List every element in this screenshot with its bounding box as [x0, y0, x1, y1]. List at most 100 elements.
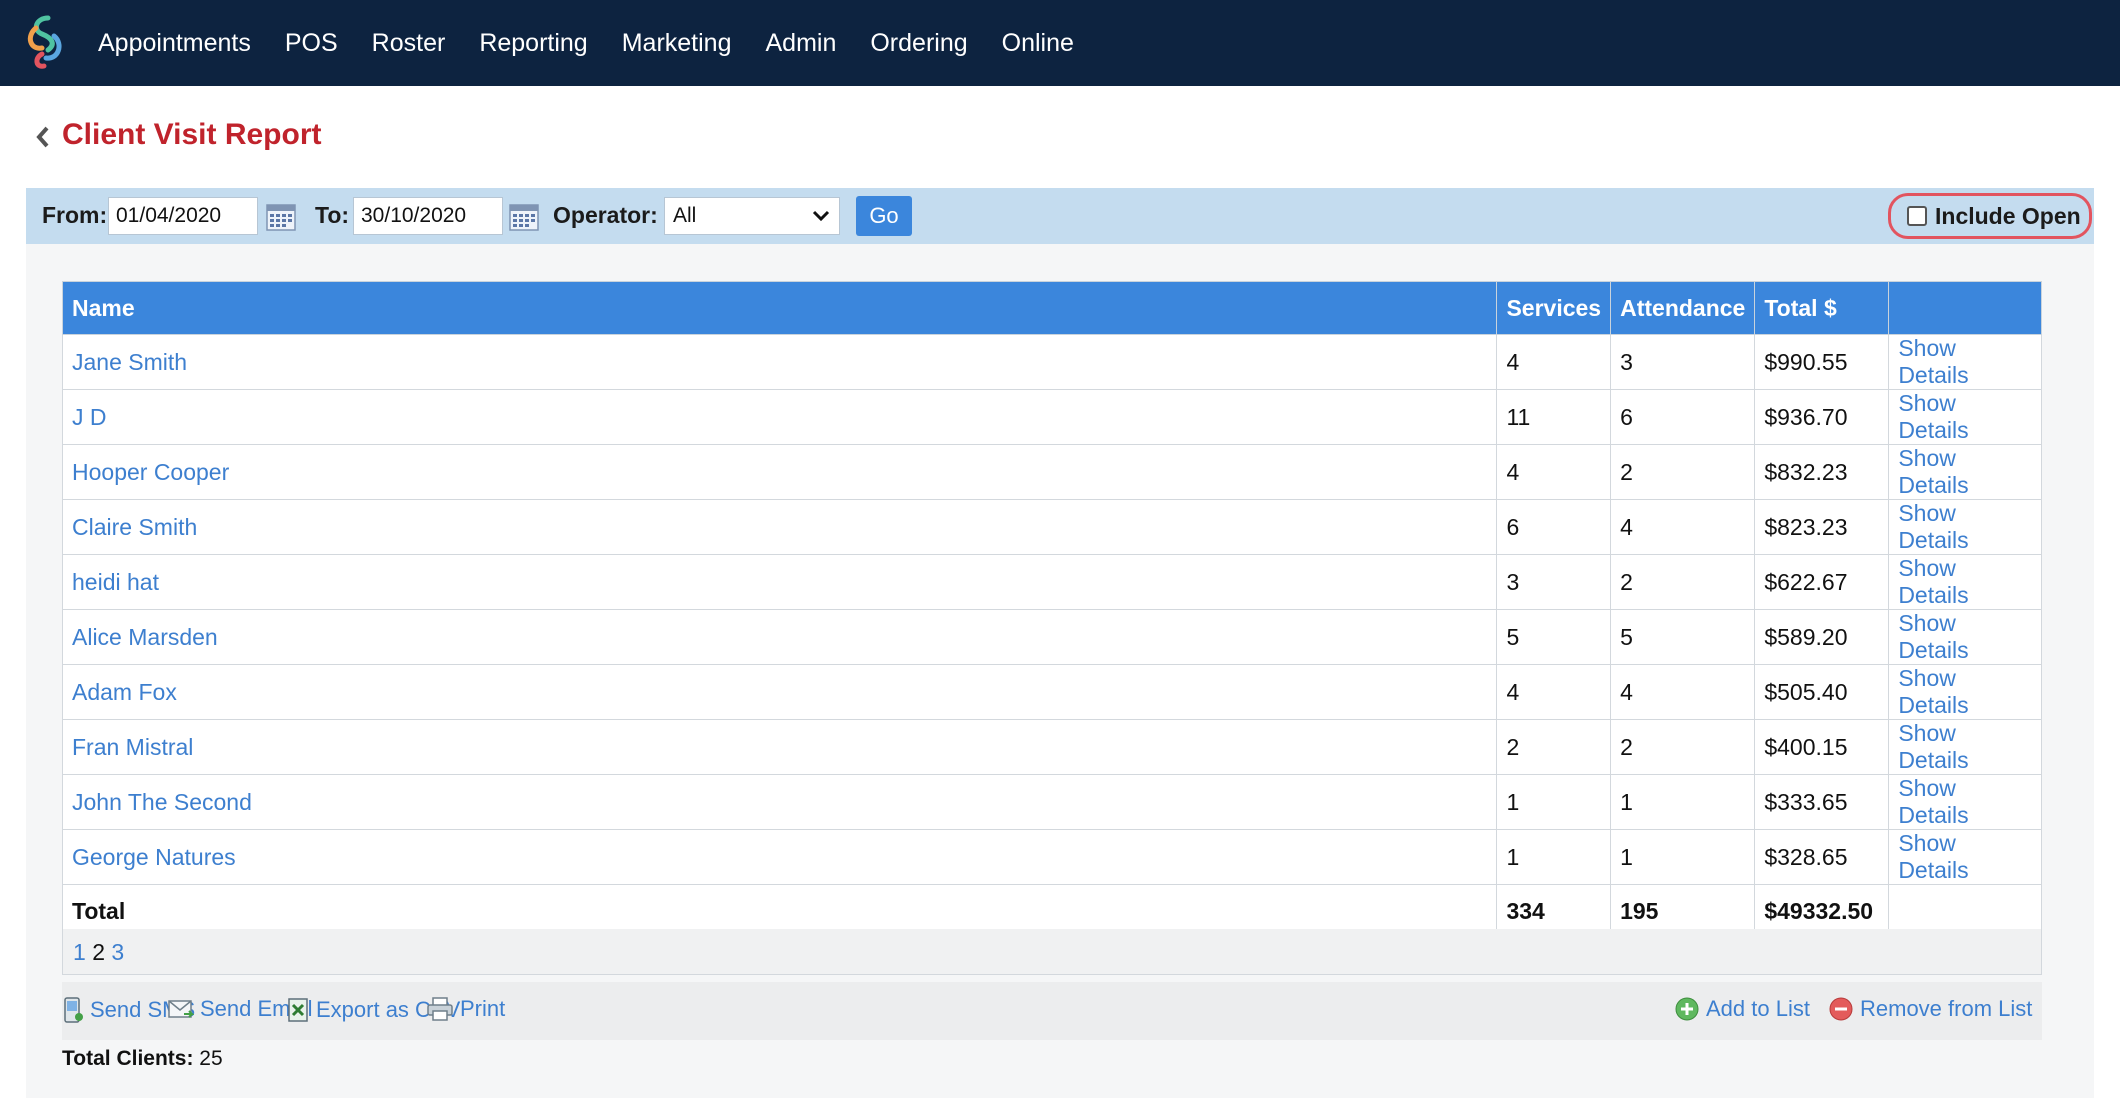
total-cell: $333.65	[1754, 774, 1890, 830]
services-cell: 5	[1496, 609, 1612, 665]
add-to-list-label: Add to List	[1706, 996, 1810, 1021]
show-details-link[interactable]: Show Details	[1888, 389, 2042, 445]
include-open-checkbox[interactable]	[1907, 206, 1927, 226]
attendance-cell: 2	[1610, 444, 1756, 500]
nav-marketing[interactable]: Marketing	[622, 29, 732, 58]
show-details-link[interactable]: Show Details	[1888, 499, 2042, 555]
table-row: George Natures 1 1 $328.65 Show Details	[61, 829, 2042, 885]
show-details-link[interactable]: Show Details	[1888, 774, 2042, 830]
calendar-icon[interactable]	[266, 201, 296, 231]
envelope-icon	[168, 1000, 194, 1018]
attendance-cell: 5	[1610, 609, 1756, 665]
client-name-link[interactable]: Fran Mistral	[61, 719, 1498, 775]
sms-phone-icon	[64, 997, 83, 1023]
header-total[interactable]: Total $	[1754, 281, 1890, 335]
action-bar: Send SMS Send Email Export as CSV Print …	[62, 982, 2042, 1040]
total-clients-value: 25	[199, 1047, 223, 1070]
client-name-link[interactable]: Alice Marsden	[61, 609, 1498, 665]
include-open-toggle[interactable]: Include Open	[1888, 193, 2092, 239]
client-name-link[interactable]: George Natures	[61, 829, 1498, 885]
table-header-row: Name Services Attendance Total $	[61, 281, 2042, 335]
services-cell: 1	[1496, 829, 1612, 885]
page-link-1[interactable]: 1	[73, 939, 86, 965]
print-label: Print	[460, 996, 506, 1021]
show-details-link[interactable]: Show Details	[1888, 664, 2042, 720]
printer-icon	[427, 997, 453, 1021]
operator-label: Operator:	[553, 202, 658, 228]
attendance-cell: 6	[1610, 389, 1756, 445]
remove-circle-icon	[1829, 997, 1853, 1021]
services-cell: 4	[1496, 664, 1612, 720]
page-link-3[interactable]: 3	[111, 939, 124, 965]
show-details-link[interactable]: Show Details	[1888, 609, 2042, 665]
table-row: Adam Fox 4 4 $505.40 Show Details	[61, 664, 2042, 720]
table-row: J D 11 6 $936.70 Show Details	[61, 389, 2042, 445]
total-clients-label: Total Clients:	[62, 1047, 194, 1070]
table-row: heidi hat 3 2 $622.67 Show Details	[61, 554, 2042, 610]
client-name-link[interactable]: John The Second	[61, 774, 1498, 830]
table-row: Fran Mistral 2 2 $400.15 Show Details	[61, 719, 2042, 775]
include-open-label: Include Open	[1935, 202, 2081, 229]
nav-online[interactable]: Online	[1002, 29, 1074, 58]
client-name-link[interactable]: heidi hat	[61, 554, 1498, 610]
services-cell: 1	[1496, 774, 1612, 830]
add-to-list-button[interactable]: Add to List	[1674, 996, 1810, 1022]
spreadsheet-icon	[288, 998, 308, 1022]
attendance-cell: 1	[1610, 774, 1756, 830]
total-cell: $589.20	[1754, 609, 1890, 665]
attendance-cell: 1	[1610, 829, 1756, 885]
app-logo-icon[interactable]	[22, 14, 68, 70]
client-name-link[interactable]: Adam Fox	[61, 664, 1498, 720]
report-table: Name Services Attendance Total $ Jane Sm…	[61, 281, 2042, 939]
page-title: Client Visit Report	[62, 118, 322, 151]
show-details-link[interactable]: Show Details	[1888, 719, 2042, 775]
to-date-input[interactable]: 30/10/2020	[353, 197, 503, 235]
client-name-link[interactable]: Jane Smith	[61, 334, 1498, 390]
client-name-link[interactable]: J D	[61, 389, 1498, 445]
header-name[interactable]: Name	[61, 281, 1498, 335]
back-chevron-icon[interactable]	[34, 124, 52, 150]
attendance-cell: 4	[1610, 499, 1756, 555]
total-cell: $328.65	[1754, 829, 1890, 885]
calendar-icon[interactable]	[509, 201, 539, 231]
nav-menu: Appointments POS Roster Reporting Market…	[98, 0, 1108, 86]
attendance-cell: 4	[1610, 664, 1756, 720]
top-nav: Appointments POS Roster Reporting Market…	[0, 0, 2120, 86]
total-cell: $505.40	[1754, 664, 1890, 720]
services-cell: 6	[1496, 499, 1612, 555]
show-details-link[interactable]: Show Details	[1888, 444, 2042, 500]
attendance-cell: 2	[1610, 719, 1756, 775]
total-cell: $832.23	[1754, 444, 1890, 500]
from-label: From:	[42, 202, 108, 228]
nav-ordering[interactable]: Ordering	[870, 29, 967, 58]
add-circle-icon	[1675, 997, 1699, 1021]
from-date-input[interactable]: 01/04/2020	[108, 197, 258, 235]
show-details-link[interactable]: Show Details	[1888, 334, 2042, 390]
table-row: Alice Marsden 5 5 $589.20 Show Details	[61, 609, 2042, 665]
table-row: Claire Smith 6 4 $823.23 Show Details	[61, 499, 2042, 555]
total-cell: $622.67	[1754, 554, 1890, 610]
to-label: To:	[315, 202, 350, 228]
nav-appointments[interactable]: Appointments	[98, 29, 251, 58]
remove-from-list-button[interactable]: Remove from List	[1828, 996, 2032, 1022]
remove-from-list-label: Remove from List	[1860, 996, 2033, 1021]
show-details-link[interactable]: Show Details	[1888, 829, 2042, 885]
operator-selected-value: All	[673, 204, 697, 227]
print-button[interactable]: Print	[426, 996, 505, 1022]
show-details-link[interactable]: Show Details	[1888, 554, 2042, 610]
table-row: John The Second 1 1 $333.65 Show Details	[61, 774, 2042, 830]
nav-pos[interactable]: POS	[285, 29, 338, 58]
header-attendance[interactable]: Attendance	[1610, 281, 1756, 335]
nav-roster[interactable]: Roster	[372, 29, 446, 58]
client-name-link[interactable]: Hooper Cooper	[61, 444, 1498, 500]
nav-admin[interactable]: Admin	[765, 29, 836, 58]
pagination: 1 2 3	[62, 929, 2042, 975]
table-row: Jane Smith 4 3 $990.55 Show Details	[61, 334, 2042, 390]
nav-reporting[interactable]: Reporting	[479, 29, 587, 58]
operator-select[interactable]: All	[664, 197, 840, 235]
go-button[interactable]: Go	[856, 196, 912, 236]
header-services[interactable]: Services	[1496, 281, 1612, 335]
page-current-2: 2	[92, 939, 105, 965]
client-name-link[interactable]: Claire Smith	[61, 499, 1498, 555]
total-cell: $400.15	[1754, 719, 1890, 775]
